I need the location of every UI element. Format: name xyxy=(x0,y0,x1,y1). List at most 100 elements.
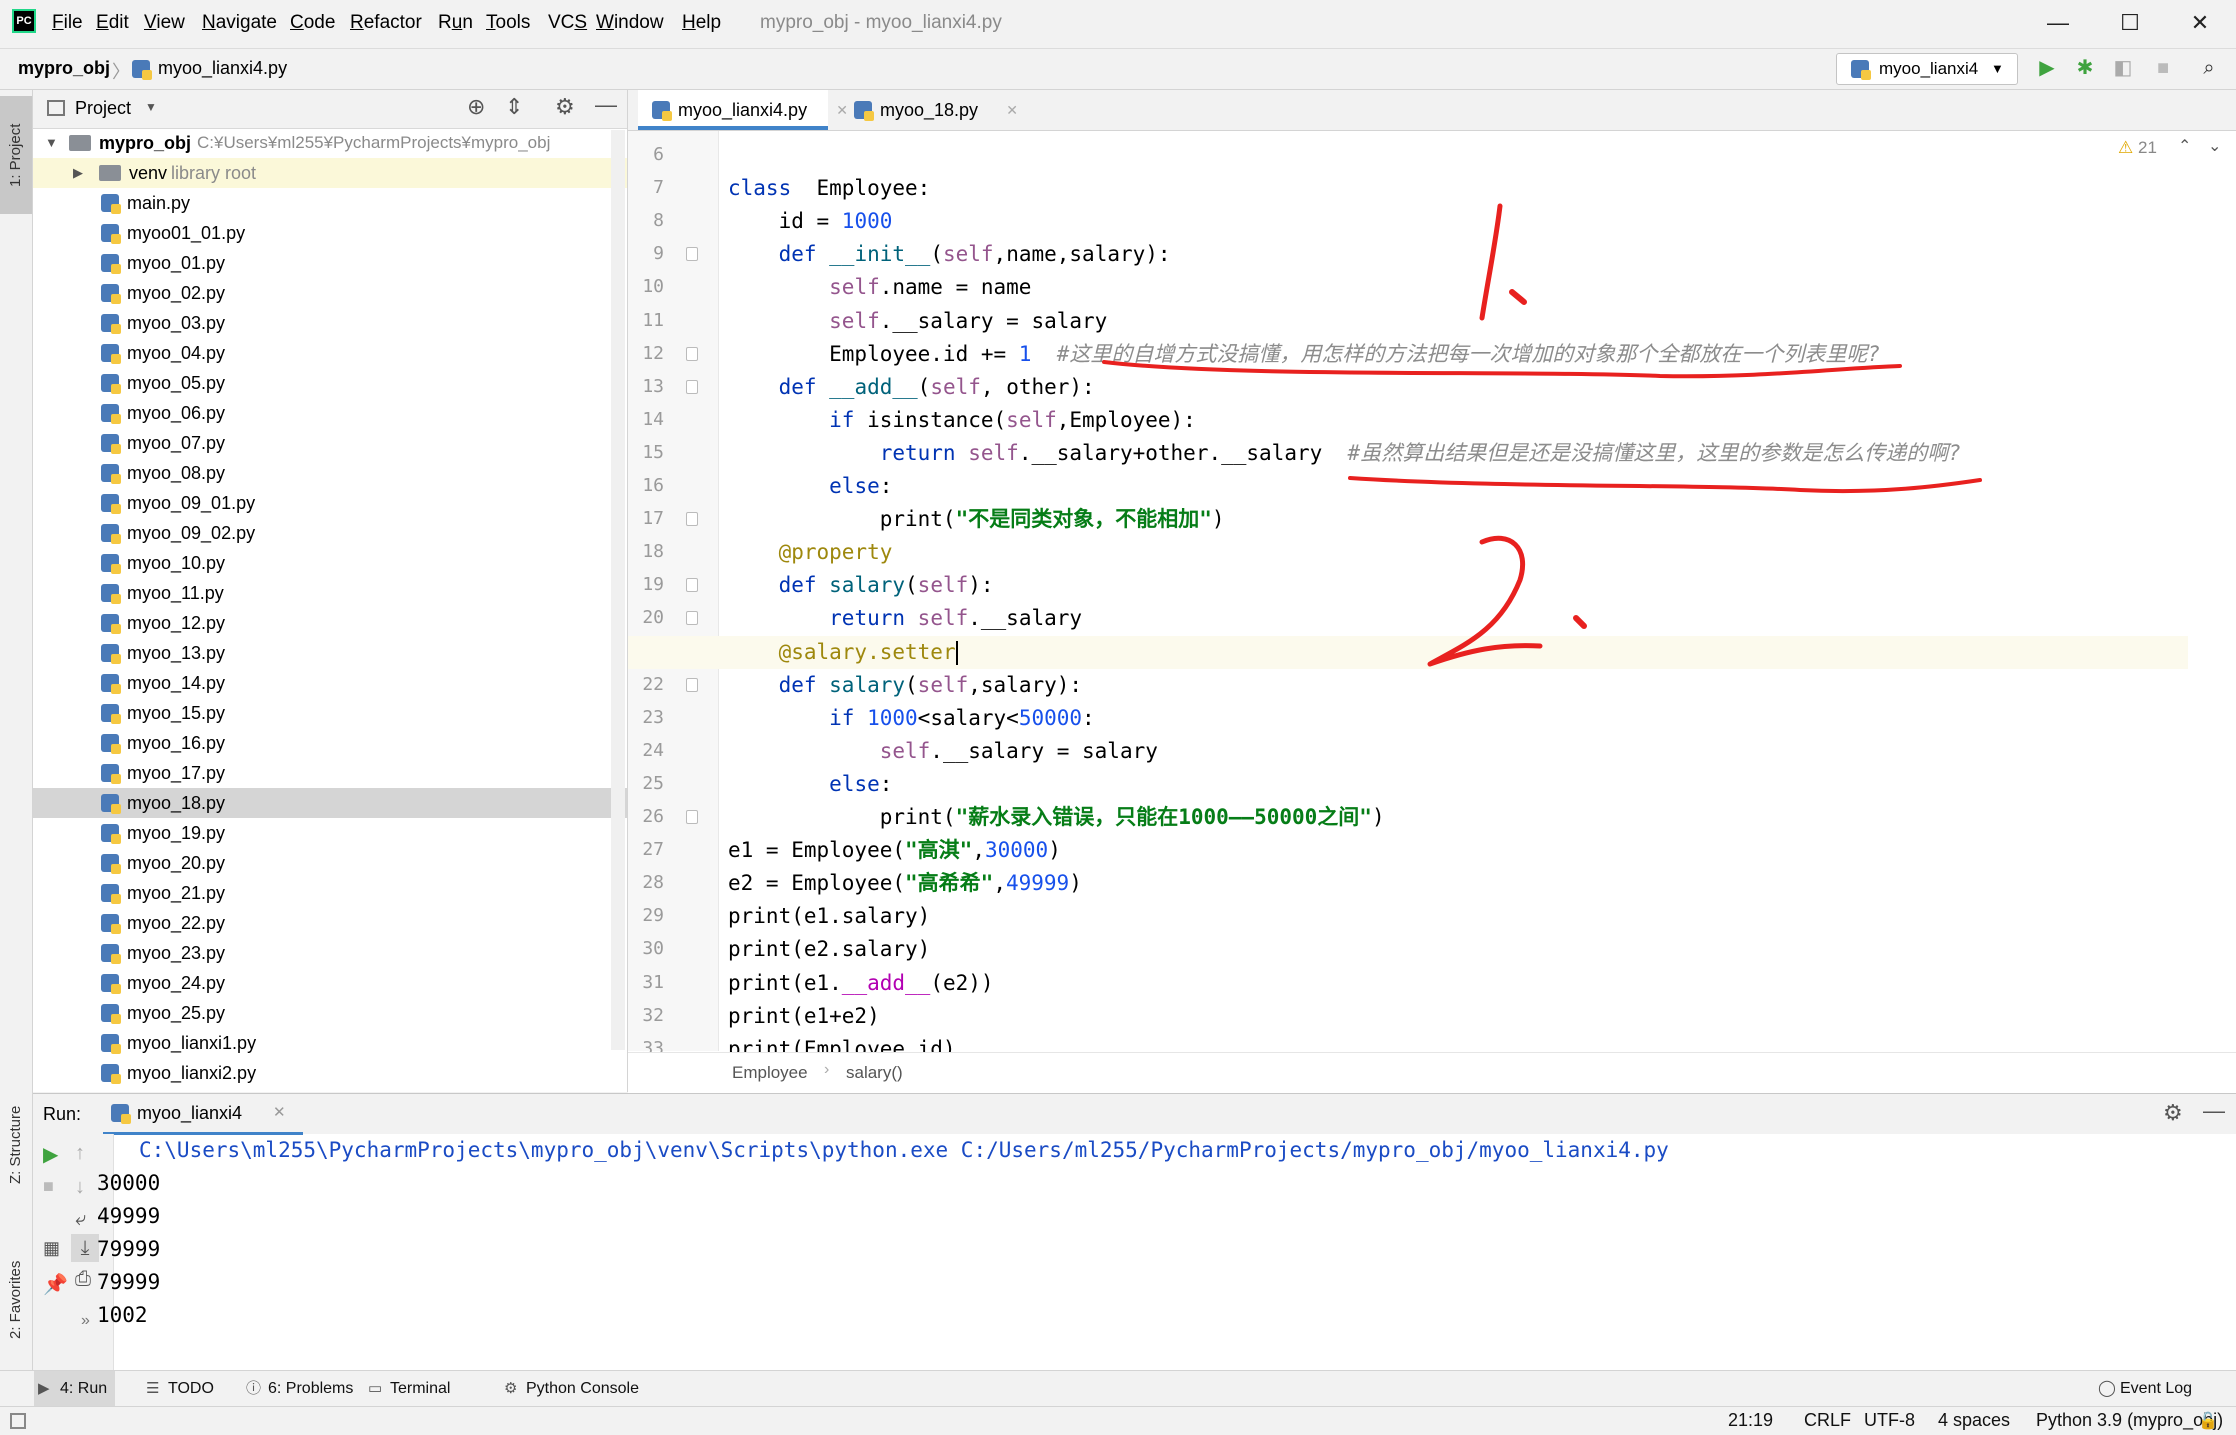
tree-file-row[interactable]: myoo_18.py xyxy=(33,788,627,818)
editor-tab[interactable]: myoo_18.py ✕ xyxy=(840,90,1018,130)
tree-file-row[interactable]: myoo_03.py xyxy=(33,308,627,338)
collapse-all-icon[interactable]: ⇕ xyxy=(505,94,523,120)
event-log-tab[interactable]: ◯ Event Log xyxy=(2096,1371,2192,1407)
minimize-button[interactable]: — xyxy=(2028,6,2088,40)
breadcrumb-file[interactable]: myoo_lianxi4.py xyxy=(158,58,287,79)
layout-icon[interactable]: ▦ xyxy=(43,1238,60,1259)
tree-file-row[interactable]: myoo_15.py xyxy=(33,698,627,728)
tree-file-row[interactable]: myoo_24.py xyxy=(33,968,627,998)
project-scrollbar[interactable] xyxy=(611,130,625,1050)
menu-file[interactable]: File xyxy=(52,12,83,34)
rerun-icon[interactable]: ▶ xyxy=(43,1142,58,1167)
tool-tab-terminal[interactable]: ▭ Terminal xyxy=(364,1371,450,1407)
locate-icon[interactable]: ⊕ xyxy=(467,94,485,120)
tree-file-row[interactable]: myoo_06.py xyxy=(33,398,627,428)
tree-venv-row[interactable]: ▶ venv library root xyxy=(33,158,627,188)
hide-icon[interactable]: — xyxy=(2203,1098,2225,1124)
tree-file-row[interactable]: myoo_01.py xyxy=(33,248,627,278)
console-scrollbar[interactable] xyxy=(2219,1134,2235,1371)
up-arrow-icon[interactable]: ↑ xyxy=(75,1142,85,1165)
tree-file-row[interactable]: myoo_23.py xyxy=(33,938,627,968)
tree-file-row[interactable]: myoo_22.py xyxy=(33,908,627,938)
favorites-tool-tab[interactable]: 2: Favorites xyxy=(0,1240,32,1360)
maximize-button[interactable]: ☐ xyxy=(2100,6,2160,40)
tool-tab-todo[interactable]: ☰ TODO xyxy=(142,1371,214,1407)
caret-position[interactable]: 21:19 xyxy=(1728,1410,1773,1431)
tree-file-row[interactable]: myoo_25.py xyxy=(33,998,627,1028)
run-console[interactable]: C:\Users\ml255\PycharmProjects\mypro_obj… xyxy=(97,1134,2213,1371)
python-interpreter[interactable]: Python 3.9 (mypro_obj) xyxy=(2036,1410,2223,1431)
tree-file-row[interactable]: myoo_09_02.py xyxy=(33,518,627,548)
close-button[interactable]: ✕ xyxy=(2170,6,2230,40)
menu-tools[interactable]: Tools xyxy=(486,12,530,34)
lock-icon[interactable]: 🔓 xyxy=(2198,1411,2218,1431)
menu-run[interactable]: Run xyxy=(438,12,473,34)
tree-file-row[interactable]: myoo_14.py xyxy=(33,668,627,698)
line-separator[interactable]: CRLF xyxy=(1804,1410,1851,1431)
toggle-tool-windows-icon[interactable] xyxy=(10,1413,26,1429)
tree-file-row[interactable]: myoo_07.py xyxy=(33,428,627,458)
stop-icon[interactable]: ■ xyxy=(43,1176,54,1197)
tree-file-row[interactable]: myoo_09_01.py xyxy=(33,488,627,518)
breadcrumb-project[interactable]: mypro_obj xyxy=(18,58,110,79)
chevron-down-icon[interactable]: ▼ xyxy=(145,100,157,114)
tree-file-row[interactable]: myoo_05.py xyxy=(33,368,627,398)
project-panel-title[interactable]: Project xyxy=(75,98,131,119)
menu-refactor[interactable]: Refactor xyxy=(350,12,422,34)
menu-edit[interactable]: Edit xyxy=(96,12,129,34)
tool-tab-python-console[interactable]: ⚙ Python Console xyxy=(500,1371,639,1407)
code-area[interactable]: class Employee: id = 1000 def __init__(s… xyxy=(628,131,2236,1061)
tree-file-row[interactable]: myoo_lianxi2.py xyxy=(33,1058,627,1088)
tree-file-row[interactable]: myoo_12.py xyxy=(33,608,627,638)
tree-file-row[interactable]: myoo_11.py xyxy=(33,578,627,608)
breadcrumb-class[interactable]: Employee xyxy=(732,1063,808,1083)
scroll-to-end-icon[interactable]: ⤓ xyxy=(71,1234,99,1262)
tree-file-row[interactable]: myoo01_01.py xyxy=(33,218,627,248)
breadcrumb-method[interactable]: salary() xyxy=(846,1063,903,1083)
tree-file-row[interactable]: myoo_13.py xyxy=(33,638,627,668)
run-configuration-select[interactable]: myoo_lianxi4 ▼ xyxy=(1836,53,2018,85)
hide-icon[interactable]: — xyxy=(595,92,617,118)
close-icon[interactable]: ✕ xyxy=(1006,90,1018,130)
pin-icon[interactable]: 📌 xyxy=(43,1272,68,1297)
run-icon[interactable]: ▶ xyxy=(2034,55,2060,81)
gear-icon[interactable]: ⚙ xyxy=(555,94,575,120)
tree-file-row[interactable]: myoo_20.py xyxy=(33,848,627,878)
project-tool-tab[interactable]: 1: Project xyxy=(0,96,32,214)
menu-view[interactable]: View xyxy=(144,12,185,34)
menu-code[interactable]: Code xyxy=(290,12,335,34)
tree-file-row[interactable]: myoo_21.py xyxy=(33,878,627,908)
gear-icon[interactable]: ⚙ xyxy=(2163,1100,2183,1126)
tool-tab--run[interactable]: ▶ 4: Run xyxy=(34,1371,116,1407)
more-icon[interactable]: » xyxy=(81,1312,90,1330)
search-icon[interactable]: ⌕ xyxy=(2196,55,2222,81)
structure-tool-tab[interactable]: Z: Structure xyxy=(0,1090,32,1200)
menu-vcs[interactable]: VCS xyxy=(548,12,587,34)
menu-help[interactable]: Help xyxy=(682,12,721,34)
stop-icon[interactable]: ■ xyxy=(2150,55,2176,81)
editor-scrollbar[interactable] xyxy=(2218,170,2234,1050)
tree-file-row[interactable]: main.py xyxy=(33,188,627,218)
editor-tab[interactable]: myoo_lianxi4.py ✕ xyxy=(638,90,848,130)
soft-wrap-icon[interactable]: ⤶ xyxy=(75,1208,86,1231)
tree-file-row[interactable]: myoo_17.py xyxy=(33,758,627,788)
tree-file-row[interactable]: myoo_lianxi1.py xyxy=(33,1028,627,1058)
menu-navigate[interactable]: Navigate xyxy=(202,12,277,34)
tool-tab--problems[interactable]: ⓘ 6: Problems xyxy=(242,1371,353,1407)
down-arrow-icon[interactable]: ↓ xyxy=(75,1176,85,1199)
tree-file-row[interactable]: myoo_08.py xyxy=(33,458,627,488)
run-tab[interactable]: myoo_lianxi4 ✕ xyxy=(103,1094,303,1135)
tree-file-row[interactable]: myoo_10.py xyxy=(33,548,627,578)
tree-file-row[interactable]: myoo_04.py xyxy=(33,338,627,368)
tree-file-row[interactable]: myoo_02.py xyxy=(33,278,627,308)
tree-root-row[interactable]: ▼ mypro_obj C:¥Users¥ml255¥PycharmProjec… xyxy=(33,128,627,158)
tree-file-row[interactable]: myoo_19.py xyxy=(33,818,627,848)
coverage-icon[interactable]: ◧ xyxy=(2110,55,2136,81)
debug-icon[interactable]: ✱ xyxy=(2072,55,2098,81)
print-icon[interactable]: ⎙ xyxy=(75,1268,91,1291)
tree-file-row[interactable]: myoo_16.py xyxy=(33,728,627,758)
close-icon[interactable]: ✕ xyxy=(273,1103,286,1121)
file-encoding[interactable]: UTF-8 xyxy=(1864,1410,1915,1431)
indent-setting[interactable]: 4 spaces xyxy=(1938,1410,2010,1431)
menu-window[interactable]: Window xyxy=(596,12,664,34)
